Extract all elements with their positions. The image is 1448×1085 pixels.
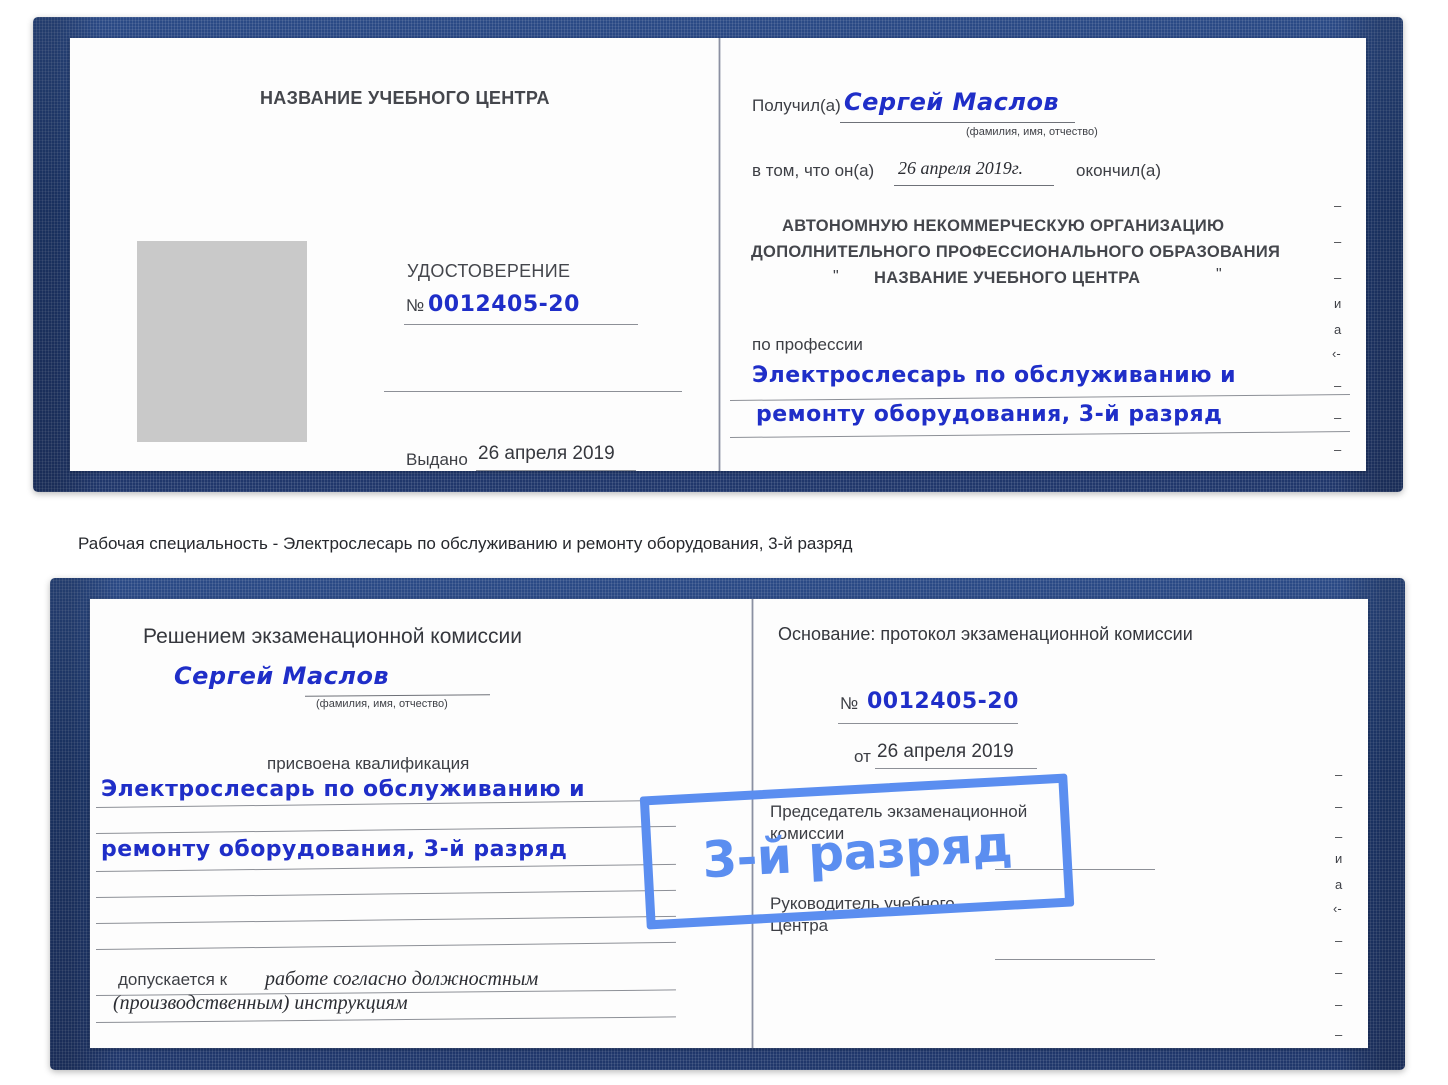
- edge-fragment-8: –: [1334, 442, 1342, 457]
- qualification-line-2: ремонту оборудования, 3-й разряд: [101, 837, 568, 862]
- director-signature-rule: [995, 959, 1155, 960]
- edge-fragment-3: и: [1334, 296, 1342, 311]
- document-type-label: УДОСТОВЕРЕНИЕ: [407, 261, 571, 281]
- profession-label: по профессии: [752, 335, 863, 354]
- finished-label: окончил(а): [1076, 161, 1161, 180]
- edge-fragment-b1: –: [1335, 799, 1343, 814]
- edge-fragment-b6: –: [1335, 933, 1343, 948]
- qual-rule-5: [95, 915, 676, 924]
- basis-label: Основание: протокол экзаменационной коми…: [778, 624, 1193, 644]
- top-left-page: НАЗВАНИЕ УЧЕБНОГО ЦЕНТРА УДОСТОВЕРЕНИЕ №…: [70, 38, 716, 471]
- edge-fragment-5: ‹-: [1332, 346, 1341, 361]
- org-quote-close: ": [1216, 266, 1222, 283]
- protocol-number-prefix: №: [840, 694, 859, 713]
- certificate-screenshot: НАЗВАНИЕ УЧЕБНОГО ЦЕНТРА УДОСТОВЕРЕНИЕ №…: [0, 0, 1448, 1085]
- edge-fragment-b0: –: [1335, 767, 1343, 782]
- org-name-label: НАЗВАНИЕ УЧЕБНОГО ЦЕНТРА: [874, 269, 1141, 287]
- received-label: Получил(а): [752, 96, 841, 115]
- edge-fragment-b9: –: [1335, 1027, 1343, 1042]
- certificate-top: НАЗВАНИЕ УЧЕБНОГО ЦЕНТРА УДОСТОВЕРЕНИЕ №…: [33, 17, 1403, 492]
- profession-line-2: ремонту оборудования, 3-й разряд: [756, 402, 1223, 427]
- protocol-date-rule: [875, 768, 1037, 769]
- qual-rule-2: [95, 825, 676, 834]
- protocol-number-value: 0012405-20: [867, 689, 1019, 714]
- rank-badge: 3-й разряд: [639, 773, 1075, 930]
- edge-fragment-b7: –: [1335, 965, 1343, 980]
- page-caption: Рабочая специальность - Электрослесарь п…: [78, 534, 853, 553]
- issued-date-value: 26 апреля 2019: [478, 443, 615, 464]
- issued-label: Выдано: [406, 450, 468, 469]
- completion-date-value: 26 апреля 2019г.: [898, 158, 1024, 178]
- admitted-rule-2: [95, 1016, 676, 1023]
- certificate-spine-top: [718, 38, 721, 471]
- org-line-1: АВТОНОМНУЮ НЕКОММЕРЧЕСКУЮ ОРГАНИЗАЦИЮ: [782, 217, 1225, 235]
- edge-fragment-b5: ‹-: [1333, 901, 1342, 916]
- admitted-line-2: (производственным) инструкциям: [113, 992, 408, 1014]
- admitted-line-1: работе согласно должностным: [265, 968, 539, 990]
- admitted-label: допускается к: [118, 970, 228, 989]
- qualification-line-1: Электрослесарь по обслуживанию и: [101, 777, 586, 802]
- edge-fragment-9: –: [1334, 470, 1341, 471]
- in-that-label: в том, что он(а): [752, 161, 875, 180]
- edge-fragment-6: –: [1334, 378, 1342, 393]
- profession-rule-1: [729, 394, 1350, 401]
- org-line-2: ДОПОЛНИТЕЛЬНОГО ПРОФЕССИОНАЛЬНОГО ОБРАЗО…: [751, 243, 1281, 261]
- certificate-number-value: 0012405-20: [428, 292, 580, 317]
- top-right-page: Получил(а) Сергей Маслов (фамилия, имя, …: [722, 38, 1366, 471]
- decision-title: Решением экзаменационной комиссии: [143, 625, 523, 648]
- profession-line-1: Электрослесарь по обслуживанию и: [752, 363, 1237, 388]
- edge-fragment-b8: –: [1335, 997, 1343, 1012]
- profession-rule-2: [729, 431, 1350, 438]
- protocol-number-rule: [838, 723, 1018, 724]
- edge-fragment-0: –: [1334, 198, 1342, 213]
- recipient-name-value: Сергей Маслов: [844, 88, 1060, 116]
- edge-fragment-b4: а: [1335, 877, 1343, 892]
- seal-placeholder: [137, 241, 307, 442]
- fio-hint-label-bottom: (фамилия, имя, отчество): [316, 698, 448, 710]
- protocol-date-value: 26 апреля 2019: [877, 741, 1014, 762]
- completion-date-rule: [894, 185, 1054, 186]
- edge-fragment-4: а: [1334, 322, 1342, 337]
- qual-rule-4: [95, 889, 676, 898]
- edge-fragment-b3: и: [1335, 851, 1343, 866]
- qual-rule-6: [95, 941, 676, 950]
- blank-rule-1: [384, 391, 682, 392]
- issued-date-rule: [476, 470, 636, 471]
- fio-hint-label: (фамилия, имя, отчество): [966, 126, 1098, 138]
- recipient-name-rule: [840, 122, 1075, 123]
- rank-badge-label: 3-й разряд: [700, 814, 1014, 889]
- protocol-date-prefix: от: [854, 747, 871, 766]
- graduate-name-rule: [304, 694, 491, 697]
- certificate-pages-top: НАЗВАНИЕ УЧЕБНОГО ЦЕНТРА УДОСТОВЕРЕНИЕ №…: [70, 38, 1366, 471]
- edge-fragment-1: –: [1334, 234, 1342, 249]
- qualification-label: присвоена квалификация: [267, 754, 470, 773]
- graduate-name-value: Сергей Маслов: [174, 662, 390, 690]
- org-quote-open: ": [833, 268, 839, 285]
- qual-rule-3: [95, 863, 676, 872]
- number-prefix-label: №: [406, 296, 425, 315]
- certificate-number-rule: [404, 324, 638, 325]
- edge-fragment-b2: –: [1335, 829, 1343, 844]
- edge-fragment-7: –: [1334, 410, 1342, 425]
- edge-fragment-2: –: [1334, 270, 1342, 285]
- training-center-header: НАЗВАНИЕ УЧЕБНОГО ЦЕНТРА: [260, 88, 550, 108]
